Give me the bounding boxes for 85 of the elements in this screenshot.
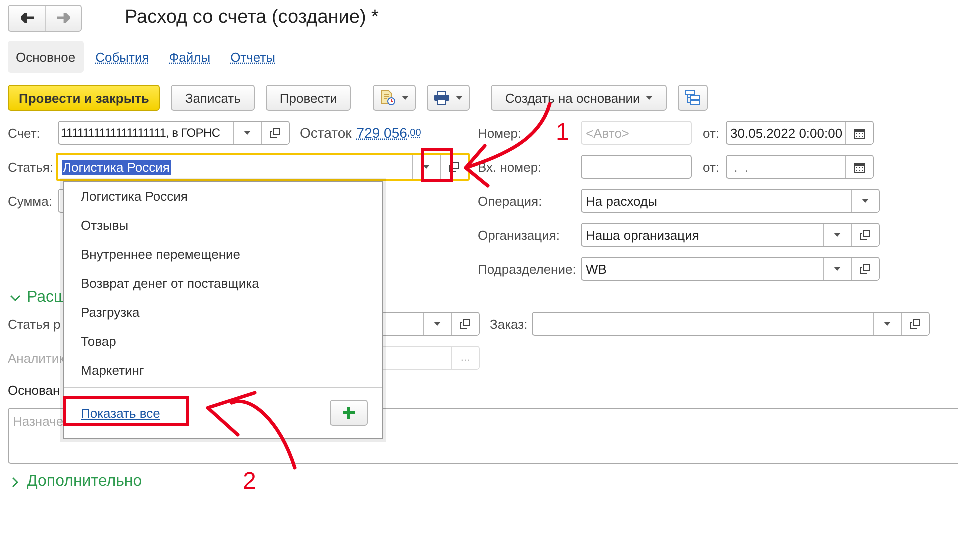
calendar-icon	[854, 162, 865, 172]
field-label: Статья:	[8, 160, 55, 174]
section-title: Дополнительно	[27, 473, 142, 491]
window-title: Расход со счета (создание) *	[125, 7, 379, 29]
plus-icon	[343, 407, 355, 419]
field-label: от:	[703, 126, 720, 140]
input-field[interactable]	[532, 312, 930, 336]
input-field[interactable]: WB	[581, 257, 880, 281]
dropdown-icon	[244, 131, 251, 135]
list-item[interactable]: Товар	[64, 327, 382, 356]
open-button[interactable]	[451, 313, 479, 335]
input-field[interactable]	[581, 155, 692, 179]
dropdown-icon	[434, 322, 441, 326]
add-button[interactable]	[330, 400, 368, 426]
open-icon	[270, 128, 281, 138]
tab[interactable]: События	[88, 41, 158, 73]
open-button[interactable]	[261, 122, 289, 144]
forward-arrow-icon	[57, 13, 70, 23]
field-label: Счет:	[8, 126, 42, 140]
balance-cents: ,00	[407, 128, 422, 138]
list-item[interactable]: Логистика Россия	[64, 182, 382, 211]
post-and-close-button[interactable]: Провести и закрыть	[8, 85, 160, 111]
dropdown-icon	[884, 322, 891, 326]
document-clock-icon	[380, 90, 396, 106]
toolbar-button[interactable]: Провести	[266, 85, 352, 111]
field-label: Основан	[8, 382, 60, 398]
input-field[interactable]: 30.05.2022 0:00:00	[726, 121, 874, 145]
section-header[interactable]: Дополнительно	[10, 472, 142, 492]
menu-button[interactable]: Создать на основании	[491, 85, 668, 111]
calendar-icon	[854, 128, 865, 138]
field-label: Подразделение:	[478, 262, 576, 276]
list-item[interactable]: Маркетинг	[64, 356, 382, 385]
open-button[interactable]	[851, 258, 879, 280]
report-menu-button[interactable]	[373, 85, 416, 111]
dropdown-icon	[456, 96, 464, 100]
list-item[interactable]: Разгрузка	[64, 298, 382, 327]
list-item[interactable]: Возврат денег от поставщика	[64, 269, 382, 298]
open-icon	[910, 318, 921, 330]
input-field[interactable]: На расходы	[581, 189, 880, 213]
annotation-number: 2	[243, 468, 256, 495]
show-all-link[interactable]: Показать все	[81, 406, 160, 420]
open-icon	[460, 318, 471, 330]
tab[interactable]: Файлы	[161, 41, 219, 73]
printer-icon	[434, 91, 450, 105]
collapse-icon	[10, 292, 21, 304]
input-field[interactable]: Наша организация	[581, 223, 880, 247]
input-field[interactable]: 1111111111111111111, в ГОРНС	[58, 121, 290, 145]
field-label: Статья р	[8, 316, 62, 332]
expand-icon	[10, 476, 21, 488]
date-field[interactable]: . .	[726, 155, 874, 179]
open-icon	[860, 264, 871, 274]
structure-button[interactable]	[678, 85, 708, 111]
dropdown-icon	[646, 96, 654, 100]
field-label: Аналитик	[8, 350, 66, 366]
dropdown-icon	[834, 233, 841, 237]
open-icon	[449, 162, 460, 172]
field-label: от:	[703, 160, 720, 174]
calendar-button[interactable]	[844, 156, 873, 178]
calendar-button[interactable]	[844, 122, 873, 144]
annotation-number: 1	[556, 119, 570, 146]
balance-label: Остаток	[300, 125, 352, 141]
tab[interactable]: Основное	[8, 41, 84, 73]
print-menu-button[interactable]	[427, 85, 470, 111]
list-item[interactable]: Внутреннее перемещение	[64, 240, 382, 269]
open-icon	[860, 230, 871, 240]
field-label: Операция:	[478, 194, 542, 208]
dropdown-icon	[862, 199, 869, 203]
field-label: Номер:	[478, 126, 522, 140]
toolbar-button[interactable]: Записать	[171, 85, 255, 111]
hierarchy-icon	[684, 90, 702, 106]
back-arrow-icon	[20, 13, 34, 23]
balance-link[interactable]: 729 056	[356, 125, 408, 141]
open-button[interactable]	[851, 224, 879, 246]
tab[interactable]: Отчеты	[222, 41, 284, 73]
dropdown-icon	[402, 96, 410, 100]
field-label: Организация:	[478, 228, 560, 242]
highlight-frame	[422, 148, 454, 182]
input-field[interactable]: Логистика Россия	[56, 153, 470, 181]
field-label: Заказ:	[490, 316, 528, 332]
open-button[interactable]	[900, 313, 929, 335]
dropdown-button[interactable]	[851, 190, 879, 212]
field-label: Сумма:	[8, 194, 54, 208]
list-item[interactable]: Отзывы	[64, 211, 382, 240]
dropdown-icon	[834, 267, 841, 271]
dropdown-icon	[423, 165, 430, 169]
